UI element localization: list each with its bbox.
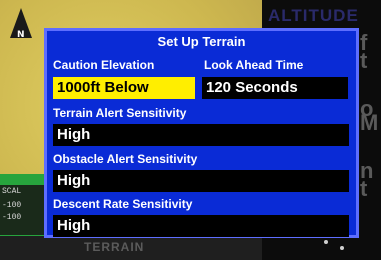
descent-rate-sensitivity-label: Descent Rate Sensitivity bbox=[53, 197, 193, 211]
page-indicator-dot bbox=[324, 240, 328, 244]
side-fragment: t bbox=[360, 176, 368, 201]
north-label: N bbox=[17, 30, 25, 40]
terrain-alert-sensitivity-field[interactable]: High bbox=[53, 124, 349, 146]
obstacle-alert-sensitivity-field[interactable]: High bbox=[53, 170, 349, 192]
caution-elevation-label: Caution Elevation bbox=[53, 58, 155, 72]
terrain-page-tab: TERRAIN bbox=[84, 240, 145, 254]
map-scale-legend: SCAL -100 -100 bbox=[0, 185, 44, 235]
dialog-title: Set Up Terrain bbox=[157, 34, 246, 49]
caution-elevation-field[interactable]: 1000ft Below bbox=[53, 77, 195, 99]
side-fragment: M bbox=[360, 110, 379, 135]
set-up-terrain-dialog: Set Up Terrain Caution Elevation Look Ah… bbox=[44, 28, 359, 238]
altitude-title: ALTITUDE bbox=[268, 6, 359, 25]
look-ahead-time-field[interactable]: 120 Seconds bbox=[202, 77, 348, 99]
terrain-alert-sensitivity-label: Terrain Alert Sensitivity bbox=[53, 106, 187, 120]
page-indicator-dot bbox=[340, 246, 344, 250]
map-scale-line: -100 bbox=[2, 201, 22, 210]
obstacle-alert-sensitivity-label: Obstacle Alert Sensitivity bbox=[53, 152, 198, 166]
map-scale-line: -100 bbox=[2, 213, 22, 222]
map-scale-line: SCAL bbox=[2, 187, 22, 196]
descent-rate-sensitivity-field[interactable]: High bbox=[53, 215, 349, 237]
side-fragment: t bbox=[360, 48, 368, 73]
look-ahead-time-label: Look Ahead Time bbox=[204, 58, 304, 72]
